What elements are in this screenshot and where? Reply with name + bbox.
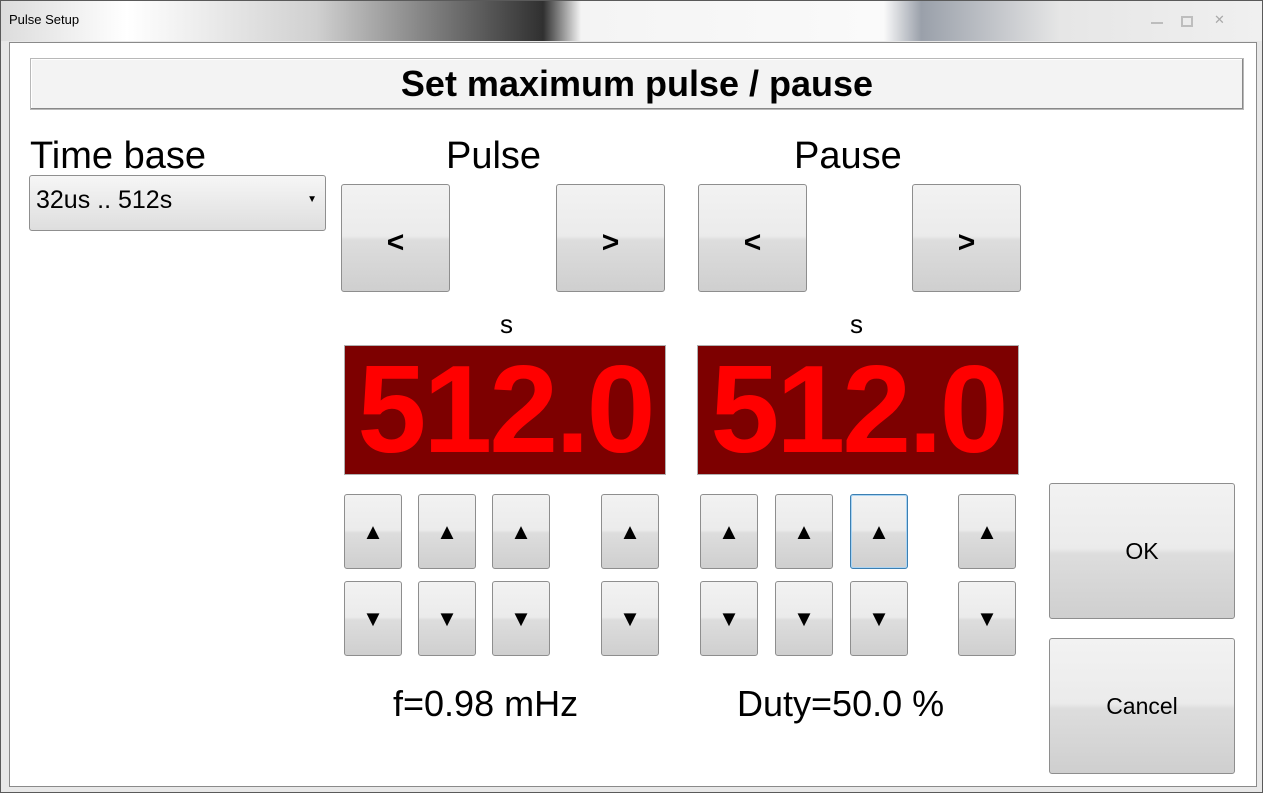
- triangle-up-icon: ▲: [619, 518, 641, 544]
- pulse-digit-4-down-button[interactable]: ▼: [601, 581, 659, 656]
- triangle-up-icon: ▲: [510, 518, 532, 544]
- pause-digit-3-down-button[interactable]: ▼: [850, 581, 908, 656]
- pause-prev-button[interactable]: <: [698, 184, 807, 292]
- dialog-header: Set maximum pulse / pause: [30, 58, 1244, 110]
- frequency-readout: f=0.98 mHz: [393, 683, 579, 724]
- cancel-button-label: Cancel: [1106, 692, 1178, 719]
- triangle-up-icon: ▲: [868, 518, 890, 544]
- pause-unit: s: [850, 309, 863, 339]
- pause-digit-2-up-button[interactable]: ▲: [775, 494, 833, 569]
- ok-button[interactable]: OK: [1049, 483, 1235, 619]
- time-base-select[interactable]: 32us .. 512s ▼: [29, 175, 326, 231]
- pause-digit-2-down-button[interactable]: ▼: [775, 581, 833, 656]
- pulse-digit-2-up-button[interactable]: ▲: [418, 494, 476, 569]
- pause-digit-1-up-button[interactable]: ▲: [700, 494, 758, 569]
- cancel-button[interactable]: Cancel: [1049, 638, 1235, 774]
- pulse-digit-4-up-button[interactable]: ▲: [601, 494, 659, 569]
- triangle-down-icon: ▼: [510, 605, 532, 631]
- pulse-value-display: 512.0: [344, 345, 666, 475]
- pause-digit-1-down-button[interactable]: ▼: [700, 581, 758, 656]
- pulse-digit-3-down-button[interactable]: ▼: [492, 581, 550, 656]
- triangle-up-icon: ▲: [362, 518, 384, 544]
- triangle-up-icon: ▲: [976, 518, 998, 544]
- pulse-digit-1-up-button[interactable]: ▲: [344, 494, 402, 569]
- ok-button-label: OK: [1125, 537, 1159, 564]
- maximize-icon[interactable]: [1181, 16, 1193, 27]
- title-bar[interactable]: Pulse Setup ✕: [1, 1, 1262, 41]
- pulse-label: Pulse: [446, 135, 542, 177]
- pause-digit-3-up-button[interactable]: ▲: [850, 494, 908, 569]
- chevron-left-icon: <: [743, 226, 762, 259]
- triangle-down-icon: ▼: [793, 605, 815, 631]
- pulse-next-button[interactable]: >: [556, 184, 665, 292]
- pause-value-display: 512.0: [697, 345, 1019, 475]
- pulse-prev-button[interactable]: <: [341, 184, 450, 292]
- chevron-right-icon: >: [601, 226, 620, 259]
- chevron-left-icon: <: [386, 226, 405, 259]
- pulse-unit: s: [500, 309, 513, 339]
- triangle-down-icon: ▼: [718, 605, 740, 631]
- duty-cycle-readout: Duty=50.0 %: [737, 683, 945, 724]
- dropdown-caret-icon: ▼: [307, 194, 317, 205]
- triangle-down-icon: ▼: [619, 605, 641, 631]
- triangle-up-icon: ▲: [436, 518, 458, 544]
- pause-digit-4-down-button[interactable]: ▼: [958, 581, 1016, 656]
- pulse-digit-3-up-button[interactable]: ▲: [492, 494, 550, 569]
- pause-digit-4-up-button[interactable]: ▲: [958, 494, 1016, 569]
- chevron-right-icon: >: [957, 226, 976, 259]
- pause-label: Pause: [794, 135, 902, 177]
- triangle-down-icon: ▼: [868, 605, 890, 631]
- triangle-down-icon: ▼: [436, 605, 458, 631]
- triangle-up-icon: ▲: [718, 518, 740, 544]
- close-icon[interactable]: ✕: [1214, 12, 1226, 27]
- time-base-label: Time base: [30, 135, 206, 177]
- pulse-setup-window: Pulse Setup ✕ Set maximum pulse / pause …: [0, 0, 1263, 793]
- pause-next-button[interactable]: >: [912, 184, 1021, 292]
- minimize-icon[interactable]: [1151, 16, 1163, 24]
- window-title: Pulse Setup: [9, 12, 80, 27]
- triangle-down-icon: ▼: [362, 605, 384, 631]
- triangle-up-icon: ▲: [793, 518, 815, 544]
- dialog-client: Set maximum pulse / pause Time base 32us…: [9, 42, 1257, 787]
- pulse-digit-1-down-button[interactable]: ▼: [344, 581, 402, 656]
- pulse-digit-2-down-button[interactable]: ▼: [418, 581, 476, 656]
- triangle-down-icon: ▼: [976, 605, 998, 631]
- time-base-value: 32us .. 512s: [36, 186, 173, 214]
